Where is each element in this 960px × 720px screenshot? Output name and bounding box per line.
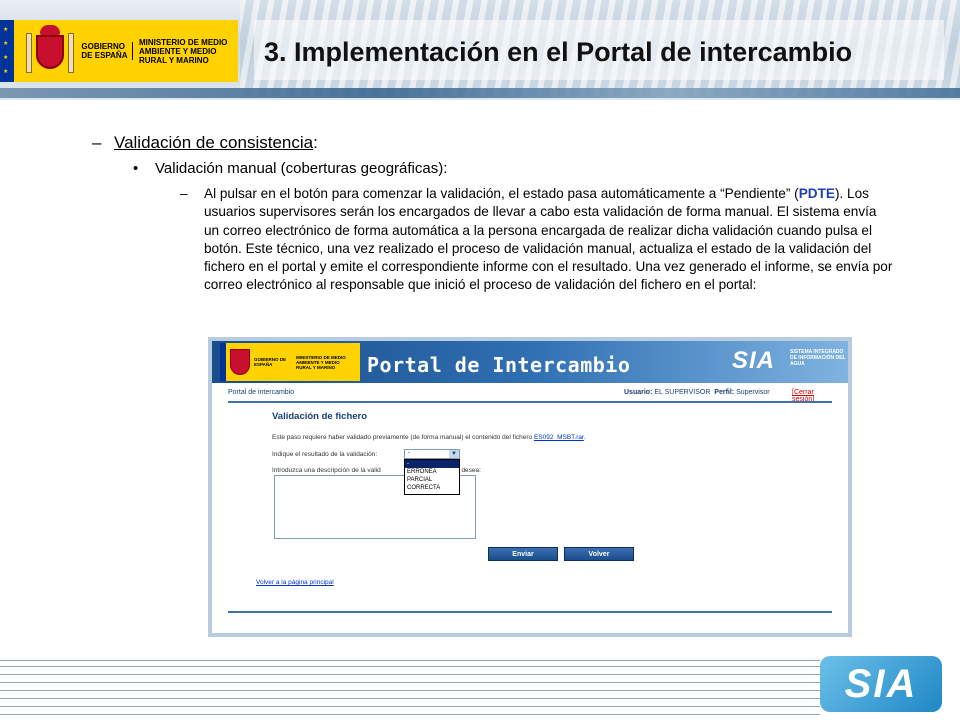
nav-divider — [228, 401, 832, 403]
slide-title: 3. Implementación en el Portal de interc… — [254, 20, 944, 80]
section-title: Validación de fichero — [272, 411, 368, 422]
portal-title: Portal de Intercambio — [367, 353, 631, 377]
sia-subtitle: SISTEMA INTEGRADO DE INFORMACIÓN DEL AGU… — [790, 349, 846, 367]
user-label: Usuario: — [624, 389, 653, 396]
level3-text-part2: ). Los usuarios supervisores serán los e… — [204, 186, 893, 293]
level3-dash: – — [180, 186, 188, 201]
intro-text-start: Este paso requiere haber validado previa… — [272, 434, 534, 441]
user-info: Usuario: EL SUPERVISOR Perfil: Superviso… — [624, 389, 770, 396]
user-value: EL SUPERVISOR — [654, 389, 711, 396]
portal-banner: GOBIERNO DE ESPAÑA MINISTERIO DE MEDIO A… — [212, 341, 848, 383]
eu-flag-icon: ★ ★ ★ ★ — [0, 20, 14, 82]
result-label: Indique el resultado de la validación: — [272, 451, 378, 458]
footer-sia-logo: SIA — [820, 656, 942, 712]
description-label-start: Introduzca una descripción de la valid — [272, 467, 381, 474]
footer-lines — [0, 652, 820, 720]
slide-header: ★ ★ ★ ★ GOBIERNO DE ESPAÑA MINISTERIO DE ME… — [0, 0, 960, 100]
file-link[interactable]: ES092_MSBT.rar — [534, 434, 584, 441]
send-button[interactable]: Enviar — [488, 547, 558, 561]
level3-text-part1: Al pulsar en el botón para comenzar la v… — [204, 186, 799, 201]
level1-dash: – — [92, 133, 102, 152]
footer-divider — [228, 611, 832, 613]
chevron-down-icon[interactable]: ▼ — [449, 450, 459, 458]
ministry-label: MINISTERIO DE MEDIO AMBIENTE Y MEDIO RUR… — [138, 37, 228, 65]
intro-text-end: . — [583, 434, 586, 441]
result-dropdown-list[interactable]: - ERRÓNEA PARCIAL CORRECTA — [404, 459, 460, 495]
dropdown-option[interactable]: PARCIAL — [405, 476, 459, 484]
level1-text: Validación de consistencia: — [114, 133, 318, 153]
level3-paragraph: Al pulsar en el botón para comenzar la v… — [204, 185, 894, 295]
level2-bullet: • — [133, 160, 139, 177]
breadcrumb[interactable]: Portal de intercambio — [228, 389, 294, 396]
portal-gov-label: GOBIERNO DE ESPAÑA — [254, 357, 287, 367]
coat-of-arms-icon — [230, 349, 250, 375]
portal-government-logo: GOBIERNO DE ESPAÑA MINISTERIO DE MEDIO A… — [220, 343, 360, 381]
profile-value: Supervisor — [736, 389, 770, 396]
dropdown-option[interactable]: ERRÓNEA — [405, 468, 459, 476]
sia-logo: SIA — [732, 347, 776, 374]
government-logo: ★ ★ ★ ★ GOBIERNO DE ESPAÑA MINISTERIO DE ME… — [0, 20, 238, 82]
back-button[interactable]: Volver — [564, 547, 634, 561]
profile-label: Perfil: — [714, 389, 735, 396]
pdte-highlight: PDTE — [798, 186, 835, 201]
level1-underlined-text: Validación de consistencia — [114, 133, 314, 152]
eu-flag-icon — [220, 343, 226, 381]
coat-of-arms-icon — [24, 25, 76, 77]
result-select-value: - — [408, 450, 410, 456]
portal-screenshot: GOBIERNO DE ESPAÑA MINISTERIO DE MEDIO A… — [208, 337, 852, 637]
portal-ministry-label: MINISTERIO DE MEDIO AMBIENTE Y MEDIO RUR… — [296, 354, 346, 370]
level2-text: Validación manual (coberturas geográfica… — [155, 160, 448, 177]
header-band — [0, 88, 960, 98]
portal-nav: Portal de intercambio Usuario: EL SUPERV… — [228, 389, 832, 403]
result-select[interactable]: - ▼ — [404, 449, 460, 459]
dropdown-option[interactable]: CORRECTA — [405, 484, 459, 492]
intro-text: Este paso requiere haber validado previa… — [272, 434, 586, 441]
dropdown-option[interactable]: - — [405, 460, 459, 468]
home-link[interactable]: Volver a la página principal — [256, 579, 334, 586]
gov-label: GOBIERNO DE ESPAÑA — [81, 42, 133, 60]
level1-colon: : — [313, 133, 318, 152]
